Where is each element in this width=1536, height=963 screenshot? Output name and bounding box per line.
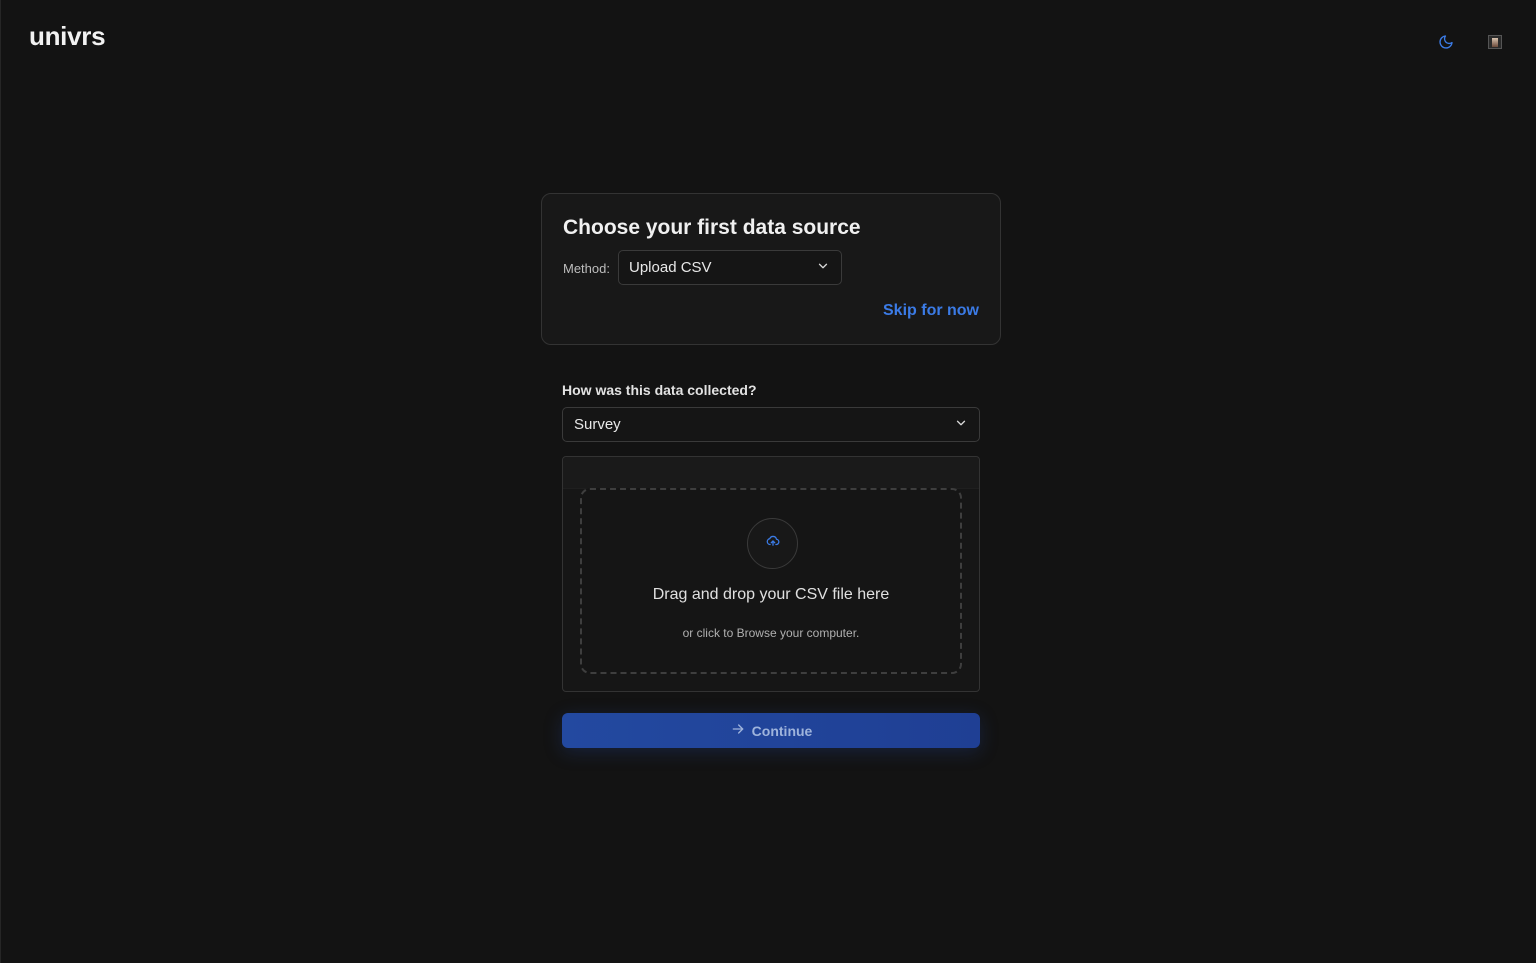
method-select[interactable]: Upload CSV [618,250,842,285]
method-label: Method: [563,261,610,276]
data-source-card: Choose your first data source Method: Up… [541,193,1001,345]
dropzone-subtitle: or click to Browse your computer. [682,626,860,640]
cloud-upload-icon [766,534,780,553]
page: univrs Choose your first data source Met… [0,0,1536,963]
continue-button[interactable]: Continue [562,713,980,748]
theme-toggle-button[interactable] [1433,31,1459,57]
continue-label: Continue [751,722,813,739]
collection-method-label: How was this data collected? [562,382,757,398]
app-logo[interactable]: univrs [29,21,106,52]
chevron-down-icon [816,259,830,277]
chevron-down-icon [954,416,968,434]
arrow-right-icon [730,721,746,740]
collection-method-select[interactable]: Survey [562,407,980,442]
skip-for-now-link[interactable]: Skip for now [883,302,979,320]
avatar[interactable] [1488,35,1502,49]
dropzone-title: Drag and drop your CSV file here [652,586,890,603]
avatar-image [1492,37,1498,47]
collection-method-value: Survey [574,416,621,433]
card-title: Choose your first data source [563,216,861,239]
csv-dropzone[interactable]: Drag and drop your CSV file here or clic… [580,488,962,674]
moon-icon [1438,34,1454,55]
upload-panel-header [563,457,979,489]
method-select-value: Upload CSV [629,259,712,276]
upload-icon-container [747,518,798,569]
